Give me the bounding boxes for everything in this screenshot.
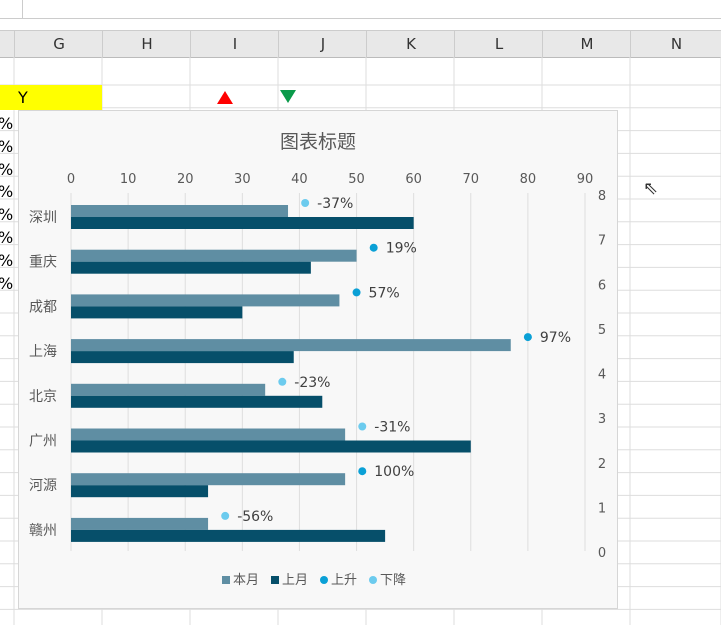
- column-header-M[interactable]: M: [542, 31, 631, 57]
- y2-tick-label: 0: [598, 546, 606, 561]
- y2-tick-label: 5: [598, 323, 606, 338]
- percent-cell[interactable]: %: [0, 274, 13, 293]
- category-label: 上海: [29, 344, 57, 360]
- percent-cell[interactable]: %: [0, 137, 13, 156]
- change-label: -23%: [294, 375, 330, 391]
- percent-cell[interactable]: %: [0, 251, 13, 270]
- category-label: 重庆: [29, 255, 57, 271]
- column-header-H[interactable]: H: [102, 31, 191, 57]
- down-triangle-icon: [280, 90, 296, 103]
- change-label: 57%: [369, 285, 400, 301]
- x-tick-label: 40: [291, 172, 308, 187]
- y2-tick-label: 2: [598, 457, 606, 472]
- x-tick-label: 20: [177, 172, 194, 187]
- percent-cell[interactable]: %: [0, 182, 13, 201]
- legend-label: 下降: [380, 573, 406, 588]
- bar-last-month: [71, 440, 471, 453]
- legend-label: 上升: [331, 573, 357, 588]
- x-tick-label: 70: [463, 172, 480, 187]
- change-label: 97%: [540, 330, 571, 346]
- change-label: -37%: [317, 196, 353, 212]
- mouse-cursor-icon: ⇖: [643, 178, 659, 199]
- legend-swatch: [222, 576, 230, 584]
- x-tick-label: 90: [577, 172, 594, 187]
- bar-last-month: [71, 529, 386, 542]
- column-headers: GHIJKLMN: [0, 30, 721, 58]
- category-label: 深圳: [29, 210, 57, 226]
- legend-swatch: [271, 576, 279, 584]
- bar-this-month: [71, 339, 511, 352]
- marker-down: [221, 511, 230, 520]
- bar-last-month: [71, 395, 323, 408]
- formula-bar[interactable]: [0, 0, 721, 19]
- x-tick-label: 60: [405, 172, 422, 187]
- y2-tick-label: 6: [598, 278, 606, 293]
- y2-tick-label: 4: [598, 368, 606, 383]
- change-label: 100%: [374, 464, 414, 480]
- marker-down: [358, 422, 367, 431]
- bar-this-month: [71, 473, 346, 486]
- change-label: -31%: [374, 420, 410, 436]
- chart[interactable]: 图表标题 0 10 20 30 40 50 60 70 80 90 0 1 2 3 4 5 6 7 8 深圳 -37% 重庆…: [18, 110, 618, 609]
- category-label: 北京: [29, 389, 57, 405]
- category-label: 成都: [29, 299, 57, 315]
- marker-down: [301, 199, 310, 207]
- bar-this-month: [71, 249, 357, 262]
- category-label: 河源: [29, 478, 57, 494]
- bar-last-month: [71, 485, 209, 498]
- bar-this-month: [71, 383, 266, 396]
- x-tick-label: 10: [120, 172, 137, 187]
- column-header-K[interactable]: K: [366, 31, 455, 57]
- percent-cell[interactable]: %: [0, 114, 13, 133]
- x-tick-label: 0: [67, 172, 75, 187]
- marker-up: [523, 333, 532, 342]
- y2-tick-label: 8: [598, 189, 606, 204]
- legend-label: 上月: [282, 573, 308, 588]
- chart-title: 图表标题: [280, 131, 356, 153]
- y2-tick-label: 7: [598, 234, 606, 249]
- percent-cell[interactable]: %: [0, 205, 13, 224]
- column-header-G[interactable]: G: [14, 31, 103, 57]
- x-tick-label: 50: [348, 172, 365, 187]
- category-label: 广州: [29, 434, 57, 450]
- marker-up: [358, 467, 367, 476]
- category-label: 赣州: [29, 523, 57, 539]
- bar-this-month: [71, 205, 289, 217]
- column-header-L[interactable]: L: [454, 31, 543, 57]
- cell-y[interactable]: Y: [0, 85, 102, 110]
- marker-down: [278, 377, 287, 386]
- legend-marker: [369, 576, 377, 584]
- bar-this-month: [71, 517, 209, 530]
- bar-this-month: [71, 428, 346, 441]
- up-triangle-icon: [217, 91, 233, 104]
- percent-cell[interactable]: %: [0, 160, 13, 179]
- marker-up: [352, 288, 361, 297]
- bar-last-month: [71, 261, 311, 274]
- bar-last-month: [71, 351, 294, 364]
- x-tick-label: 80: [520, 172, 537, 187]
- bar-last-month: [71, 217, 414, 229]
- percent-cell[interactable]: %: [0, 228, 13, 247]
- legend-marker: [320, 576, 328, 584]
- column-header-I[interactable]: I: [190, 31, 279, 57]
- y2-tick-label: 3: [598, 412, 606, 427]
- name-box[interactable]: [0, 0, 23, 18]
- x-tick-label: 30: [234, 172, 251, 187]
- legend-label: 本月: [233, 573, 259, 588]
- bar-this-month: [71, 294, 340, 307]
- column-header-J[interactable]: J: [278, 31, 367, 57]
- change-label: 19%: [386, 241, 417, 257]
- column-header-N[interactable]: N: [630, 31, 721, 57]
- marker-up: [369, 243, 378, 252]
- chart-svg: 图表标题 0 10 20 30 40 50 60 70 80 90 0 1 2 3 4 5 6 7 8 深圳 -37% 重庆…: [29, 131, 606, 588]
- bar-last-month: [71, 306, 243, 319]
- change-label: -56%: [237, 509, 273, 525]
- y2-tick-label: 1: [598, 501, 606, 516]
